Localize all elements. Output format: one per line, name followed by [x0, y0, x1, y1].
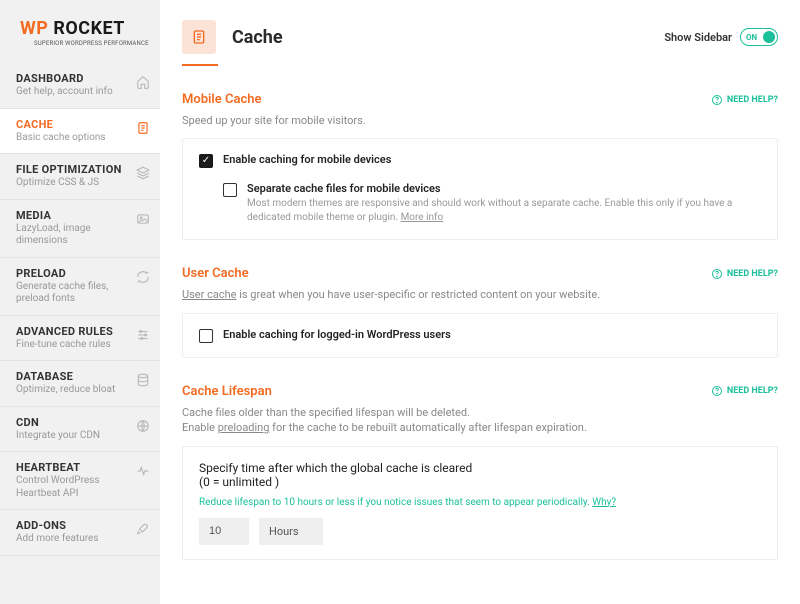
- checkbox-checked-icon: ✓: [199, 154, 213, 168]
- nav-sub: Integrate your CDN: [16, 430, 100, 443]
- nav-title: CACHE: [16, 118, 106, 131]
- nav-title: DASHBOARD: [16, 72, 113, 85]
- nav-title: FILE OPTIMIZATION: [16, 163, 122, 176]
- card-lifespan: Specify time after which the global cach…: [182, 446, 778, 560]
- section-title: Mobile Cache: [182, 92, 262, 107]
- card-user: Enable caching for logged-in WordPress u…: [182, 313, 778, 358]
- checkbox-enable-mobile-cache[interactable]: ✓ Enable caching for mobile devices: [199, 153, 761, 168]
- card-mobile: ✓ Enable caching for mobile devices Sepa…: [182, 138, 778, 240]
- sidebar-item-database[interactable]: DATABASE Optimize, reduce bloat: [0, 361, 160, 407]
- nav-title: ADD-ONS: [16, 519, 98, 532]
- tab-underline: [182, 64, 218, 66]
- file-icon: [136, 121, 150, 135]
- nav-title: HEARTBEAT: [16, 461, 128, 474]
- sidebar-item-heartbeat[interactable]: HEARTBEAT Control WordPress Heartbeat AP…: [0, 452, 160, 510]
- page-title: Cache: [232, 27, 283, 48]
- database-icon: [136, 373, 150, 387]
- more-info-link[interactable]: More info: [401, 212, 444, 223]
- sidebar: WP ROCKET Superior WordPress Performance…: [0, 0, 160, 604]
- nav-sub: Get help, account info: [16, 86, 113, 99]
- checkbox-label: Enable caching for mobile devices: [223, 153, 391, 166]
- sidebar-item-advanced-rules[interactable]: ADVANCED RULES Fine-tune cache rules: [0, 316, 160, 362]
- nav-title: CDN: [16, 416, 100, 429]
- toggle-on-text: ON: [746, 33, 757, 42]
- nav-sub: Optimize CSS & JS: [16, 177, 122, 190]
- nav-sub: Fine-tune cache rules: [16, 339, 113, 352]
- page-icon: [182, 20, 216, 54]
- rocket-icon: [136, 522, 150, 536]
- heartbeat-icon: [136, 464, 150, 478]
- sidebar-item-file-optimization[interactable]: FILE OPTIMIZATION Optimize CSS & JS: [0, 154, 160, 200]
- checkbox-separate-cache[interactable]: Separate cache files for mobile devices …: [223, 182, 761, 225]
- section-user-cache: User Cache NEED HELP? User cache is grea…: [182, 266, 778, 357]
- logo-rocket: ROCKET: [53, 18, 125, 39]
- section-title: Cache Lifespan: [182, 384, 272, 399]
- section-desc: Cache files older than the specified lif…: [182, 405, 778, 436]
- checkbox-label: Separate cache files for mobile devices: [247, 182, 761, 195]
- refresh-icon: [136, 270, 150, 284]
- toggle-knob: [763, 31, 775, 43]
- section-desc: User cache is great when you have user-s…: [182, 287, 778, 302]
- sidebar-item-cdn[interactable]: CDN Integrate your CDN: [0, 407, 160, 453]
- card-title: Specify time after which the global cach…: [199, 461, 761, 489]
- logo-tagline: Superior WordPress Performance: [34, 40, 150, 47]
- nav-sub: Basic cache options: [16, 132, 106, 145]
- section-cache-lifespan: Cache Lifespan NEED HELP? Cache files ol…: [182, 384, 778, 560]
- need-help-link[interactable]: NEED HELP?: [711, 268, 778, 280]
- card-hint: Reduce lifespan to 10 hours or less if y…: [199, 497, 761, 508]
- nav-sub: Optimize, reduce bloat: [16, 384, 115, 397]
- lifespan-value-input[interactable]: [199, 518, 249, 545]
- need-help-link[interactable]: NEED HELP?: [711, 385, 778, 397]
- preloading-link[interactable]: preloading: [218, 421, 270, 434]
- checkbox-enable-user-cache[interactable]: Enable caching for logged-in WordPress u…: [199, 328, 761, 343]
- help-icon: [711, 268, 723, 280]
- logo: WP ROCKET Superior WordPress Performance: [0, 0, 160, 63]
- image-icon: [136, 212, 150, 226]
- help-icon: [711, 94, 723, 106]
- section-mobile-cache: Mobile Cache NEED HELP? Speed up your si…: [182, 92, 778, 240]
- help-icon: [711, 385, 723, 397]
- show-sidebar-toggle[interactable]: ON: [740, 28, 778, 46]
- nav-title: PRELOAD: [16, 267, 128, 280]
- checkbox-label: Enable caching for logged-in WordPress u…: [223, 328, 451, 341]
- show-sidebar-label: Show Sidebar: [664, 31, 732, 44]
- nav: DASHBOARD Get help, account info CACHE B…: [0, 63, 160, 556]
- page-header: Cache Show Sidebar ON: [182, 20, 778, 54]
- checkbox-unchecked-icon: [223, 183, 237, 197]
- layers-icon: [136, 166, 150, 180]
- logo-wp: WP: [20, 18, 48, 39]
- nav-sub: Control WordPress Heartbeat API: [16, 475, 128, 500]
- need-help-link[interactable]: NEED HELP?: [711, 94, 778, 106]
- checkbox-description: Most modern themes are responsive and sh…: [247, 197, 761, 225]
- user-cache-link[interactable]: User cache: [182, 288, 237, 301]
- globe-icon: [136, 419, 150, 433]
- nav-title: ADVANCED RULES: [16, 325, 113, 338]
- lifespan-unit-select[interactable]: Hours: [259, 518, 323, 545]
- nav-sub: Add more features: [16, 533, 98, 546]
- sidebar-item-add-ons[interactable]: ADD-ONS Add more features: [0, 510, 160, 556]
- why-link[interactable]: Why?: [592, 497, 616, 508]
- sidebar-item-dashboard[interactable]: DASHBOARD Get help, account info: [0, 63, 160, 109]
- nav-title: MEDIA: [16, 209, 128, 222]
- home-icon: [136, 75, 150, 89]
- main-content: Cache Show Sidebar ON Mobile Cache NEED …: [160, 0, 800, 604]
- sidebar-item-preload[interactable]: PRELOAD Generate cache files, preload fo…: [0, 258, 160, 316]
- sliders-icon: [136, 328, 150, 342]
- sidebar-item-media[interactable]: MEDIA LazyLoad, image dimensions: [0, 200, 160, 258]
- nav-sub: LazyLoad, image dimensions: [16, 223, 128, 248]
- nav-sub: Generate cache files, preload fonts: [16, 281, 128, 306]
- sidebar-item-cache[interactable]: CACHE Basic cache options: [0, 109, 160, 155]
- section-title: User Cache: [182, 266, 249, 281]
- section-desc: Speed up your site for mobile visitors.: [182, 113, 778, 128]
- checkbox-unchecked-icon: [199, 329, 213, 343]
- nav-title: DATABASE: [16, 370, 115, 383]
